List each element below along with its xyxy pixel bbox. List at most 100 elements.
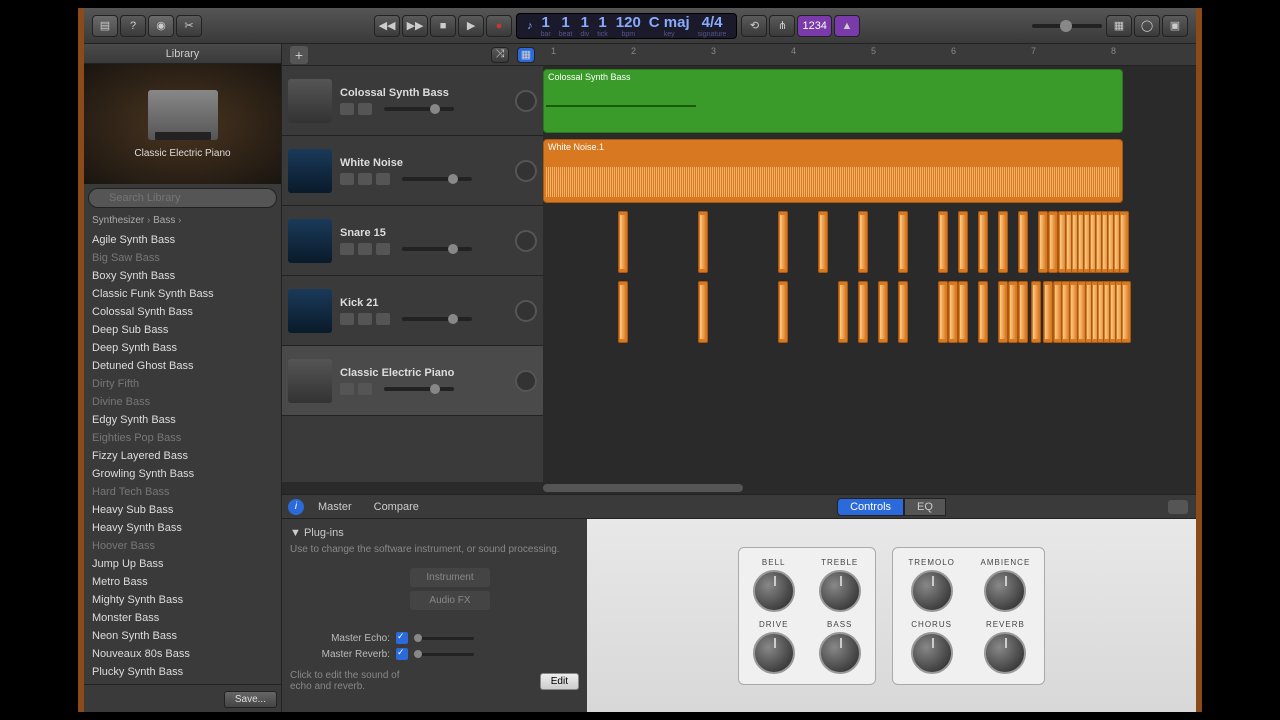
audio-region[interactable] (1018, 211, 1028, 273)
amp-knob-bell[interactable] (753, 570, 795, 612)
pan-knob[interactable] (515, 230, 537, 252)
audio-region[interactable] (1031, 281, 1041, 343)
pan-knob[interactable] (515, 370, 537, 392)
amp-knob-drive[interactable] (753, 632, 795, 674)
audio-region[interactable] (938, 281, 948, 343)
tab-master[interactable]: Master (310, 499, 360, 515)
lcd-display[interactable]: ♪ 1bar 1beat 1div 1tick 120bpm C majkey … (516, 13, 737, 39)
automation-toggle[interactable]: ⤨ (491, 47, 509, 63)
audio-region[interactable] (858, 211, 868, 273)
audio-region[interactable] (1121, 281, 1131, 343)
audio-region[interactable] (1048, 211, 1058, 273)
audio-region[interactable] (948, 281, 958, 343)
amp-knob-treble[interactable] (819, 570, 861, 612)
mute-button[interactable] (340, 313, 354, 325)
preset-item[interactable]: Classic Funk Synth Bass (84, 285, 281, 303)
reverb-slider[interactable] (414, 653, 474, 656)
plugins-header[interactable]: ▼ Plug-ins (290, 527, 579, 539)
preset-item[interactable]: Big Saw Bass (84, 249, 281, 267)
audio-region[interactable] (938, 211, 948, 273)
ruler[interactable]: 12345678 (543, 44, 1196, 65)
audio-region[interactable] (838, 281, 848, 343)
volume-slider[interactable] (384, 387, 454, 391)
volume-slider[interactable] (384, 107, 454, 111)
midi-region[interactable]: Colossal Synth Bass (543, 69, 1123, 133)
audio-region[interactable] (618, 281, 628, 343)
audio-region[interactable] (818, 211, 828, 273)
edit-button[interactable]: Edit (540, 673, 579, 690)
preset-list[interactable]: Agile Synth BassBig Saw BassBoxy Synth B… (84, 229, 281, 684)
media-toggle[interactable]: ▣ (1162, 15, 1188, 37)
preset-item[interactable]: Divine Bass (84, 393, 281, 411)
loops-toggle[interactable]: ◯ (1134, 15, 1160, 37)
preset-item[interactable]: Metro Bass (84, 573, 281, 591)
library-toggle[interactable]: ▤ (92, 15, 118, 37)
track-header[interactable]: Classic Electric Piano (282, 346, 543, 416)
reverb-checkbox[interactable] (396, 648, 408, 660)
record-button[interactable]: ● (486, 15, 512, 37)
preset-item[interactable]: Plucky Synth Bass (84, 663, 281, 681)
track-header[interactable]: Colossal Synth Bass (282, 66, 543, 136)
preset-item[interactable]: Nouveaux 80s Bass (84, 645, 281, 663)
mute-button[interactable] (340, 383, 354, 395)
audio-region[interactable] (1018, 281, 1028, 343)
audio-region[interactable] (698, 281, 708, 343)
audio-region[interactable] (958, 281, 968, 343)
audio-region[interactable] (878, 281, 888, 343)
preset-item[interactable]: Colossal Synth Bass (84, 303, 281, 321)
audiofx-slot[interactable]: Audio FX (410, 591, 490, 610)
save-button[interactable]: Save... (224, 691, 277, 708)
audio-region[interactable] (958, 211, 968, 273)
audio-region[interactable] (1043, 281, 1053, 343)
echo-slider[interactable] (414, 637, 474, 640)
smart-controls-toggle[interactable]: ◉ (148, 15, 174, 37)
solo-button[interactable] (358, 313, 372, 325)
track-header[interactable]: Kick 21 (282, 276, 543, 346)
solo-button[interactable] (358, 103, 372, 115)
audio-region[interactable]: White Noise.1 (543, 139, 1123, 203)
audio-region[interactable] (978, 281, 988, 343)
preset-item[interactable]: Growling Synth Bass (84, 465, 281, 483)
amp-knob-bass[interactable] (819, 632, 861, 674)
mute-button[interactable] (340, 243, 354, 255)
volume-slider[interactable] (402, 247, 472, 251)
audio-region[interactable] (698, 211, 708, 273)
tuner-button[interactable]: ⋔ (769, 15, 795, 37)
amp-knob-ambience[interactable] (984, 570, 1026, 612)
audio-region[interactable] (978, 211, 988, 273)
solo-button[interactable] (358, 243, 372, 255)
preset-item[interactable]: Eighties Pop Bass (84, 429, 281, 447)
preset-item[interactable]: Monster Bass (84, 609, 281, 627)
preset-item[interactable]: Deep Synth Bass (84, 339, 281, 357)
amp-knob-reverb[interactable] (984, 632, 1026, 674)
play-button[interactable]: ▶ (458, 15, 484, 37)
preset-item[interactable]: Fizzy Layered Bass (84, 447, 281, 465)
count-in-button[interactable]: 1234 (797, 15, 831, 37)
audio-region[interactable] (898, 211, 908, 273)
volume-slider[interactable] (402, 177, 472, 181)
mute-button[interactable] (340, 103, 354, 115)
horizontal-scrollbar[interactable] (282, 482, 1196, 494)
forward-button[interactable]: ▶▶ (402, 15, 428, 37)
audio-region[interactable] (1119, 211, 1129, 273)
rewind-button[interactable]: ◀◀ (374, 15, 400, 37)
preset-item[interactable]: Deep Sub Bass (84, 321, 281, 339)
info-button[interactable]: i (288, 499, 304, 515)
preset-item[interactable]: Edgy Synth Bass (84, 411, 281, 429)
preset-item[interactable]: Agile Synth Bass (84, 231, 281, 249)
preset-item[interactable]: Neon Synth Bass (84, 627, 281, 645)
rec-enable[interactable] (376, 173, 390, 185)
stop-button[interactable]: ■ (430, 15, 456, 37)
editors-toggle[interactable]: ✂ (176, 15, 202, 37)
search-input[interactable] (88, 188, 277, 208)
audio-region[interactable] (858, 281, 868, 343)
pan-knob[interactable] (515, 300, 537, 322)
audio-region[interactable] (1038, 211, 1048, 273)
notepad-toggle[interactable]: ▦ (1106, 15, 1132, 37)
mute-button[interactable] (340, 173, 354, 185)
audio-region[interactable] (778, 211, 788, 273)
catch-playhead[interactable]: ▦ (517, 47, 535, 63)
add-track-button[interactable]: + (290, 46, 308, 64)
track-header[interactable]: Snare 15 (282, 206, 543, 276)
cycle-button[interactable]: ⟲ (741, 15, 767, 37)
